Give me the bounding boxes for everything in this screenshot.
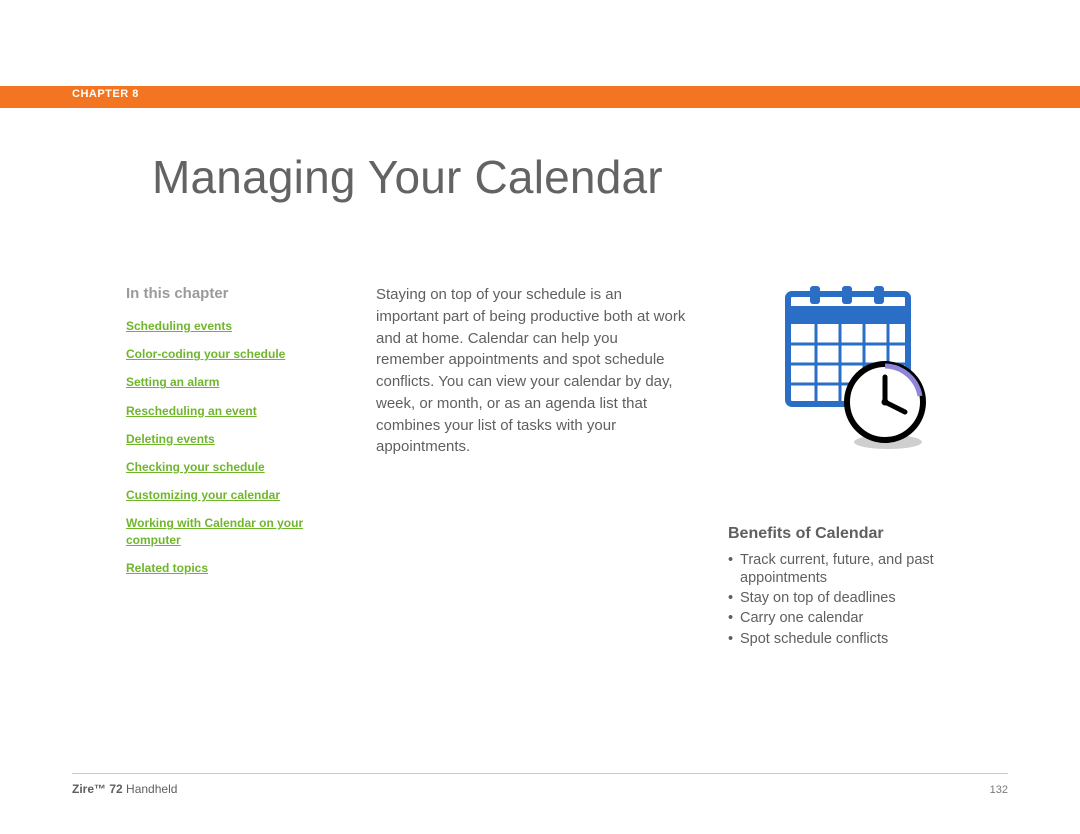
toc-link-checking[interactable]: Checking your schedule — [126, 459, 326, 475]
footer-product-bold: Zire™ 72 — [72, 782, 123, 796]
toc-link-scheduling-events[interactable]: Scheduling events — [126, 318, 326, 334]
benefit-item: Carry one calendar — [728, 609, 1008, 627]
footer-divider — [72, 773, 1008, 774]
benefit-item: Track current, future, and past appointm… — [728, 551, 1008, 587]
in-this-chapter-sidebar: In this chapter Scheduling events Color-… — [126, 285, 326, 588]
chapter-bar: CHAPTER 8 — [0, 86, 1080, 108]
chapter-label: CHAPTER 8 — [72, 88, 139, 100]
benefits-heading: Benefits of Calendar — [728, 525, 1008, 543]
intro-paragraph: Staying on top of your schedule is an im… — [376, 284, 686, 458]
calendar-clock-icon — [770, 284, 940, 454]
toc-link-setting-alarm[interactable]: Setting an alarm — [126, 374, 326, 390]
toc-link-color-coding[interactable]: Color-coding your schedule — [126, 346, 326, 362]
toc-link-working-computer[interactable]: Working with Calendar on your computer — [126, 515, 326, 547]
footer-page-number: 132 — [990, 784, 1008, 796]
benefits-list: Track current, future, and past appointm… — [728, 551, 1008, 648]
toc-link-rescheduling[interactable]: Rescheduling an event — [126, 403, 326, 419]
benefit-item: Spot schedule conflicts — [728, 630, 1008, 648]
benefit-item: Stay on top of deadlines — [728, 589, 1008, 607]
toc-link-customizing[interactable]: Customizing your calendar — [126, 487, 326, 503]
toc-link-related[interactable]: Related topics — [126, 560, 326, 576]
sidebar-heading: In this chapter — [126, 285, 326, 302]
footer-product-rest: Handheld — [123, 782, 178, 796]
footer-product: Zire™ 72 Handheld — [72, 782, 177, 796]
page-title: Managing Your Calendar — [152, 150, 663, 204]
toc-link-deleting[interactable]: Deleting events — [126, 431, 326, 447]
benefits-section: Benefits of Calendar Track current, futu… — [728, 525, 1008, 650]
